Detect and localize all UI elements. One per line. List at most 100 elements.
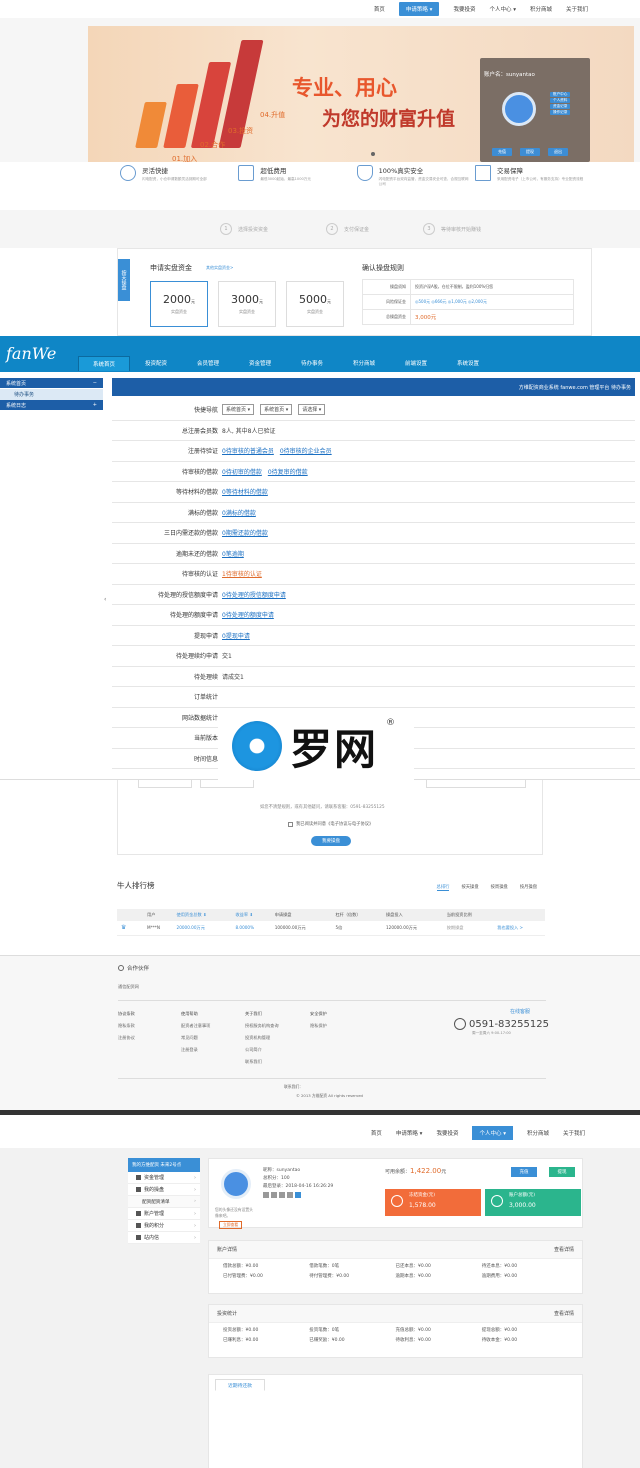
carousel-dot[interactable] (371, 152, 375, 156)
admin-menu-item[interactable]: 会员管理 (182, 356, 234, 371)
tab-daily[interactable]: 按天操盘 (118, 259, 130, 301)
agree-checkbox[interactable] (288, 821, 293, 827)
quick-nav-select[interactable]: 请选择 ▾ (298, 404, 326, 416)
col-header[interactable]: 使用资金总数 ⬇ (172, 909, 232, 921)
agree-text[interactable]: 我已阅读并同意《电子协议与电子协议》 (296, 821, 373, 827)
logout-button[interactable]: 退出 (548, 148, 568, 156)
footer-link[interactable]: 授权服务机构查询 (245, 1023, 279, 1028)
view-now-button[interactable]: 立即查看 (219, 1221, 243, 1229)
sidebar-group-log[interactable]: 系统日志 + (0, 400, 103, 411)
view-detail-link[interactable]: 查看详情 (554, 1246, 574, 1253)
tab-monthly[interactable]: 按月操盘 (520, 884, 537, 891)
sidebar-item[interactable]: 我的积分 › (128, 1220, 200, 1232)
withdraw-button[interactable]: 提现 (549, 1167, 575, 1177)
footer-link[interactable]: 隐私保护 (310, 1023, 327, 1028)
footer-link[interactable]: 公司简介 (245, 1047, 262, 1052)
view-detail-link[interactable]: 查看详情 (554, 1310, 574, 1317)
todo-link[interactable]: 0等待材料的借款 (222, 487, 268, 496)
footer-link[interactable]: 投资机构管理 (245, 1035, 270, 1040)
todo-link[interactable]: 0待初审的借款 (222, 467, 262, 476)
dashboard-row: 待处理的授信额度申请 0待处理的授信额度申请 (112, 585, 635, 605)
link-profile[interactable]: 个人资料 (550, 98, 571, 103)
col-header[interactable]: 收益率 ⬇ (231, 909, 271, 921)
admin-menu-item[interactable]: 待办事务 (286, 356, 338, 371)
amount-option[interactable]: 3000元 实盘资金 (218, 281, 276, 327)
nav-strategy[interactable]: 申请策略 ▾ (396, 1129, 423, 1137)
nav-home[interactable]: 首页 (374, 5, 385, 13)
link-records[interactable]: 操作记录 (550, 110, 571, 115)
nav-invest[interactable]: 我要投资 (436, 1129, 458, 1137)
partner-link[interactable]: 通信配资网 (118, 984, 139, 990)
email-verify-icon[interactable] (271, 1192, 277, 1198)
input-box[interactable] (138, 780, 192, 788)
tab-weekly[interactable]: 按周操盘 (491, 884, 508, 891)
sidebar-group-home[interactable]: 系统首页 − (0, 378, 103, 389)
amount-option[interactable]: 5000元 实盘资金 (286, 281, 344, 327)
todo-link[interactable]: 0待复审的借款 (268, 467, 308, 476)
security-icon[interactable] (295, 1192, 301, 1198)
footer-link[interactable]: 配资者注意事项 (181, 1023, 210, 1028)
phone-verify-icon[interactable] (263, 1192, 269, 1198)
todo-link[interactable]: 0待处理的授信额度申请 (222, 590, 286, 599)
admin-menu-item[interactable]: 前端设置 (390, 356, 442, 371)
todo-link[interactable]: 1待审核的认证 (222, 569, 262, 578)
sidebar-item[interactable]: 资金管理 › (128, 1172, 200, 1184)
id-verify-icon[interactable] (279, 1192, 285, 1198)
todo-link[interactable]: 0待处理的额度申请 (222, 610, 274, 619)
todo-link[interactable]: 0期需还款的借款 (222, 528, 268, 537)
expand-icon[interactable]: + (93, 402, 97, 408)
todo-link[interactable]: 0待审核的普通会员 (222, 446, 274, 455)
nav-user-center[interactable]: 个人中心 ▾ (489, 5, 516, 13)
nav-strategy[interactable]: 申请策略 ▾ (398, 2, 440, 16)
quick-nav-select[interactable]: 系统首页 ▾ (260, 404, 293, 416)
admin-menu-item[interactable]: 投资配资 (130, 356, 182, 371)
feature-title: 超低费用 (260, 167, 287, 175)
withdraw-button[interactable]: 提现 (520, 148, 540, 156)
recharge-button[interactable]: 充值 (511, 1167, 537, 1177)
admin-menu-item[interactable]: 资金管理 (234, 356, 286, 371)
nav-about[interactable]: 关于我们 (563, 1129, 585, 1137)
admin-menu-item[interactable]: 系统首页 (78, 356, 130, 371)
todo-link[interactable]: 0待审核的企业会员 (280, 446, 332, 455)
collapse-sidebar-icon[interactable]: ‹ (104, 596, 106, 603)
nav-mall[interactable]: 积分商城 (527, 1129, 549, 1137)
link-funds[interactable]: 资金记录 (550, 104, 571, 109)
nav-about[interactable]: 关于我们 (566, 5, 588, 13)
quick-nav-select[interactable]: 系统首页 ▾ (222, 404, 255, 416)
stat-item: 逾期本息：¥0.00 (395, 1274, 431, 1279)
amount-option[interactable]: 2000元 实盘资金 (150, 281, 208, 327)
nav-user-center[interactable]: 个人中心 ▾ (472, 1126, 513, 1140)
footer-link[interactable]: 注册登录 (181, 1047, 198, 1052)
tab-all[interactable]: 总排行 (436, 884, 450, 891)
online-service-link[interactable]: 在线客服 (510, 1008, 530, 1015)
todo-link[interactable]: 0笔逾期 (222, 549, 244, 558)
sidebar-item[interactable]: 配资配资清单 › (128, 1196, 200, 1208)
start-trade-button[interactable]: 我要操盘 (311, 836, 351, 846)
recharge-button[interactable]: 充值 (492, 148, 512, 156)
admin-menu-item[interactable]: 积分商城 (338, 356, 390, 371)
todo-link[interactable]: 0提现申请 (222, 631, 250, 640)
collapse-icon[interactable]: − (93, 380, 97, 386)
input-box[interactable] (426, 780, 526, 788)
sidebar-item[interactable]: 账户管理 › (128, 1208, 200, 1220)
nav-mall[interactable]: 积分商城 (530, 5, 552, 13)
tab-upcoming-repayment[interactable]: 近期待还款 (215, 1379, 265, 1391)
sidebar-item[interactable]: 我的操盘 › (128, 1184, 200, 1196)
footer-link[interactable]: 联系我们 (245, 1059, 262, 1064)
sidebar-item[interactable]: 站内信 › (128, 1232, 200, 1244)
tab-daily[interactable]: 按天操盘 (461, 884, 478, 891)
todo-link[interactable]: 0满标的借款 (222, 508, 256, 517)
admin-menu-item[interactable]: 系统设置 (442, 356, 494, 371)
footer-link[interactable]: 隐私条款 (118, 1023, 135, 1028)
sidebar-item-todo[interactable]: 待办事务 (0, 389, 103, 400)
nav-invest[interactable]: 我要投资 (453, 5, 475, 13)
footer-link[interactable]: 常见问题 (181, 1035, 198, 1040)
deposit-options[interactable]: ◎500元 ◎666元 ◎1,000元 ◎2,000元 (410, 294, 574, 310)
input-box[interactable] (200, 780, 254, 788)
join-link[interactable]: 我也要投入 > (493, 921, 545, 936)
other-amount-link[interactable]: 其他实盘资金> (206, 265, 233, 271)
bank-verify-icon[interactable] (287, 1192, 293, 1198)
footer-link[interactable]: 注册协议 (118, 1035, 135, 1040)
nav-home[interactable]: 首页 (371, 1129, 382, 1137)
link-account-center[interactable]: 账户中心 (550, 92, 571, 97)
